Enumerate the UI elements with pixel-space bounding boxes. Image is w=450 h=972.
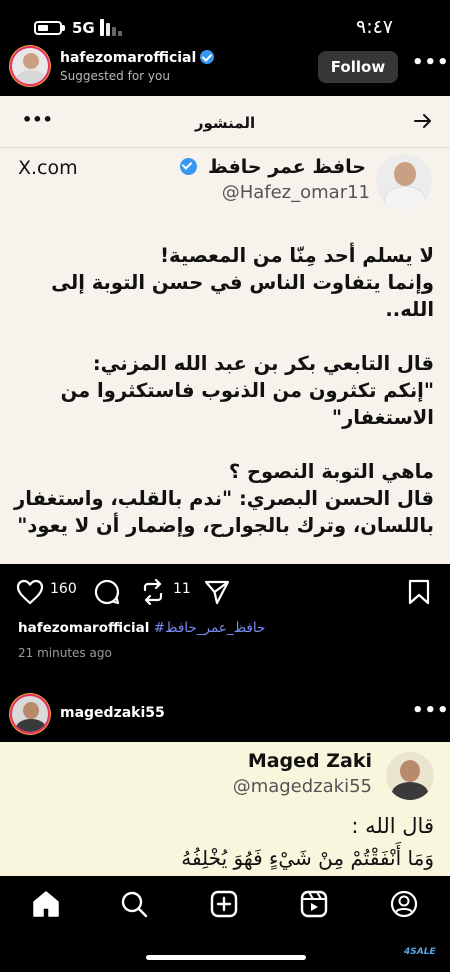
- avatar: [386, 752, 434, 800]
- profile-icon[interactable]: [390, 890, 418, 918]
- tweet-line: وَمَا أَنْفَقْتُمْ مِنْ شَيْءٍ فَهُوَ يُ…: [181, 846, 434, 870]
- post-timestamp: 21 minutes ago: [18, 646, 112, 660]
- create-icon[interactable]: [210, 890, 238, 918]
- more-horizontal-icon[interactable]: •••: [412, 52, 450, 73]
- tweet-handle: @Hafez_omar11: [221, 182, 370, 203]
- repost-count[interactable]: 11: [173, 581, 191, 597]
- tweet-display-name: حافظ عمر حافظ: [180, 156, 366, 178]
- arrow-right-icon: [414, 114, 431, 128]
- network-label: 5G: [72, 19, 95, 37]
- avatar[interactable]: [10, 694, 50, 734]
- tweet-display-name: Maged Zaki: [247, 750, 372, 772]
- post-actions: 160 11: [0, 566, 450, 618]
- bookmark-icon[interactable]: [408, 579, 430, 605]
- verified-badge-icon: [200, 50, 215, 64]
- status-time: ٩:٤٧: [356, 16, 394, 38]
- avatar[interactable]: [10, 46, 50, 86]
- tweet-line: قال الله :: [351, 814, 434, 838]
- home-icon[interactable]: [32, 890, 60, 918]
- suggested-username[interactable]: hafezomarofficial: [60, 50, 215, 66]
- caption-username[interactable]: hafezomarofficial: [18, 620, 149, 636]
- like-count[interactable]: 160: [50, 581, 77, 597]
- post-image-tweet: Maged Zaki @magedzaki55 قال الله : وَمَا…: [0, 742, 450, 876]
- post-header: magedzaki55 •••: [0, 690, 450, 742]
- verified-badge-icon: [180, 158, 198, 175]
- caption-hashtag[interactable]: #حافظ_عمر_حافظ: [154, 620, 266, 636]
- search-icon[interactable]: [120, 890, 148, 918]
- source-label: X.com: [18, 157, 78, 179]
- avatar: [376, 154, 432, 210]
- heart-icon[interactable]: [16, 579, 44, 605]
- post-caption: hafezomarofficial #حافظ_عمر_حافظ: [18, 620, 265, 636]
- post-image-tweet: ••• المنشور حافظ عمر حافظ @Hafez_omar11 …: [0, 96, 450, 564]
- suggested-label: Suggested for you: [60, 69, 170, 83]
- repost-icon[interactable]: [140, 579, 166, 605]
- battery-tip: [62, 25, 65, 31]
- post-username[interactable]: magedzaki55: [60, 705, 165, 721]
- share-icon[interactable]: [204, 579, 230, 605]
- home-indicator[interactable]: [146, 955, 306, 960]
- source-text: X.com: [18, 157, 78, 179]
- battery-icon: [34, 21, 62, 35]
- tweet-card-header: ••• المنشور: [0, 96, 450, 148]
- comment-icon[interactable]: [94, 579, 120, 605]
- follow-button[interactable]: Follow: [318, 51, 398, 83]
- display-name-text: حافظ عمر حافظ: [208, 156, 366, 178]
- watermark-logo: 4SALE: [404, 947, 436, 957]
- more-horizontal-icon[interactable]: •••: [412, 700, 450, 721]
- tweet-handle: @magedzaki55: [232, 776, 372, 797]
- reels-icon[interactable]: [300, 890, 328, 918]
- tweet-body: لا يسلم أحد مِنّا من المعصية! وإنما يتفا…: [14, 244, 434, 537]
- tweet-card-title: المنشور: [194, 114, 256, 132]
- username-text[interactable]: hafezomarofficial: [60, 50, 196, 66]
- signal-icon: [100, 19, 126, 36]
- suggested-post-header: hafezomarofficial Suggested for you Foll…: [0, 38, 450, 94]
